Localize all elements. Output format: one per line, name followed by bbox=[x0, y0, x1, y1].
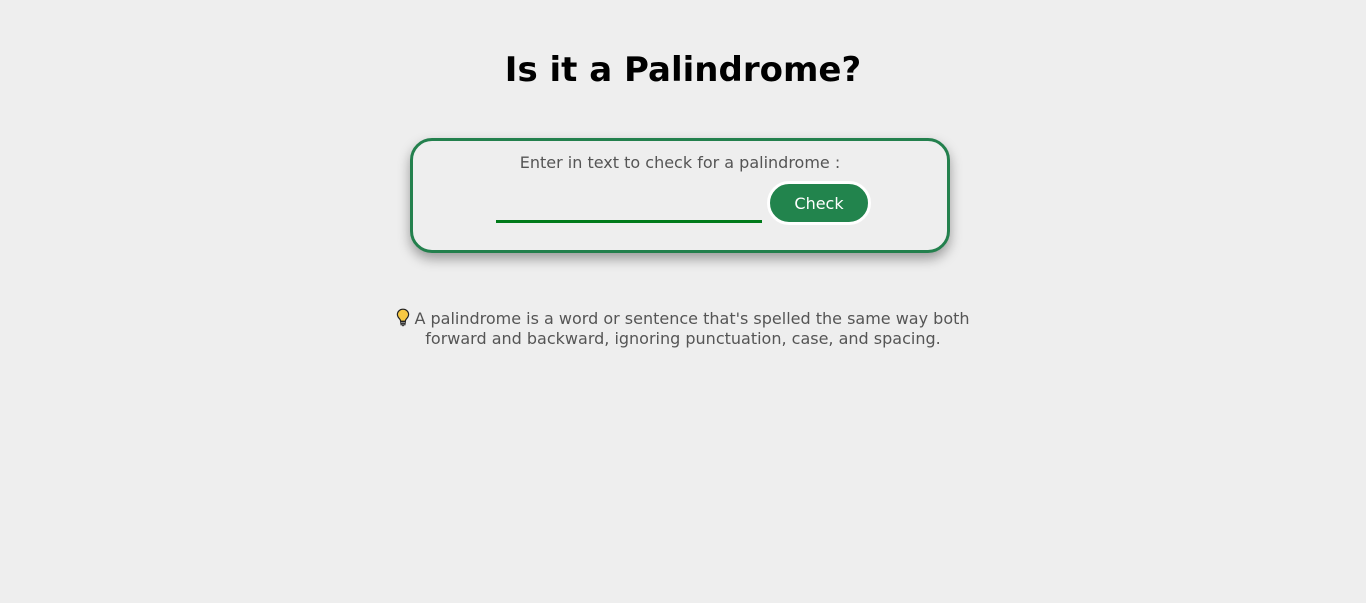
page-title: Is it a Palindrome? bbox=[504, 50, 862, 90]
palindrome-checker-card: Enter in text to check for a palindrome … bbox=[410, 138, 950, 253]
page: Is it a Palindrome? Enter in text to che… bbox=[0, 0, 1366, 603]
text-input[interactable] bbox=[496, 193, 762, 223]
info-text: A palindrome is a word or sentence that'… bbox=[414, 309, 970, 348]
input-label: Enter in text to check for a palindrome … bbox=[519, 153, 841, 172]
info-note: A palindrome is a word or sentence that'… bbox=[0, 308, 1366, 349]
check-button[interactable]: Check bbox=[767, 181, 871, 225]
lightbulb-icon bbox=[397, 308, 410, 327]
